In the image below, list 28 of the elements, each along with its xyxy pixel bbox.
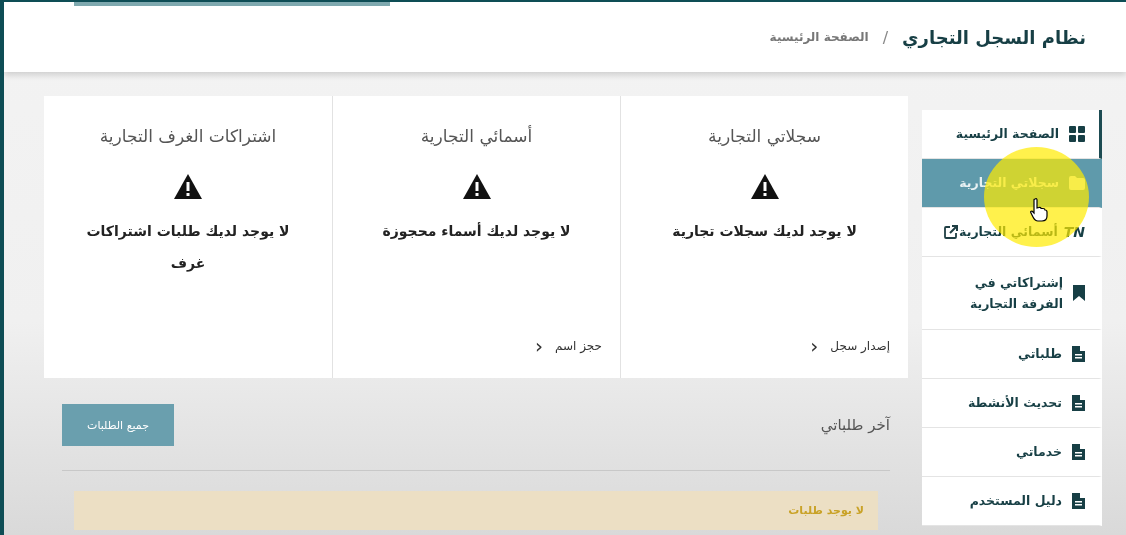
card-title: أسمائي التجارية [420,126,533,146]
sidebar-item[interactable]: خدماتي [922,428,1102,477]
sidebar-item[interactable]: تحديث الأنشطة [922,379,1102,428]
sidebar-item[interactable]: طلباتي [922,330,1102,379]
grid-icon [1069,126,1085,142]
document-icon [1072,346,1085,362]
document-icon [1072,395,1085,411]
breadcrumb-separator: / [882,27,889,47]
card-link[interactable]: حجز اسم ‹ [535,336,602,356]
section-title: آخر طلباتي [820,416,890,434]
bookmark-icon [1073,285,1085,301]
card-link[interactable]: إصدار سجل ‹ [810,336,890,356]
card-title: سجلاتي التجارية [708,126,821,146]
app-title: نظام السجل التجاري [902,26,1086,48]
empty-alert: لا يوجد طلبات [74,491,878,530]
breadcrumb-link[interactable]: الصفحة الرئيسية [769,30,869,44]
document-icon [1072,444,1085,460]
empty-message: لا يوجد لديك طلبات اشتراكات غرف [85,222,291,274]
empty-message: لا يوجد لديك سجلات تجارية [672,222,857,242]
warning-icon [462,174,491,199]
warning-icon [750,174,779,199]
sidebar-item[interactable]: دليل المستخدم [922,477,1102,526]
document-icon [1072,493,1085,509]
sidebar-item[interactable]: الصفحة الرئيسية [922,110,1102,159]
sidebar-item[interactable]: إشتراكاتي في الفرفة التجارية [922,257,1102,330]
card-title: اشتراكات الغرف التجارية [99,126,277,146]
empty-message: لا يوجد لديك أسماء محجوزة [382,221,571,242]
warning-icon [174,174,202,199]
